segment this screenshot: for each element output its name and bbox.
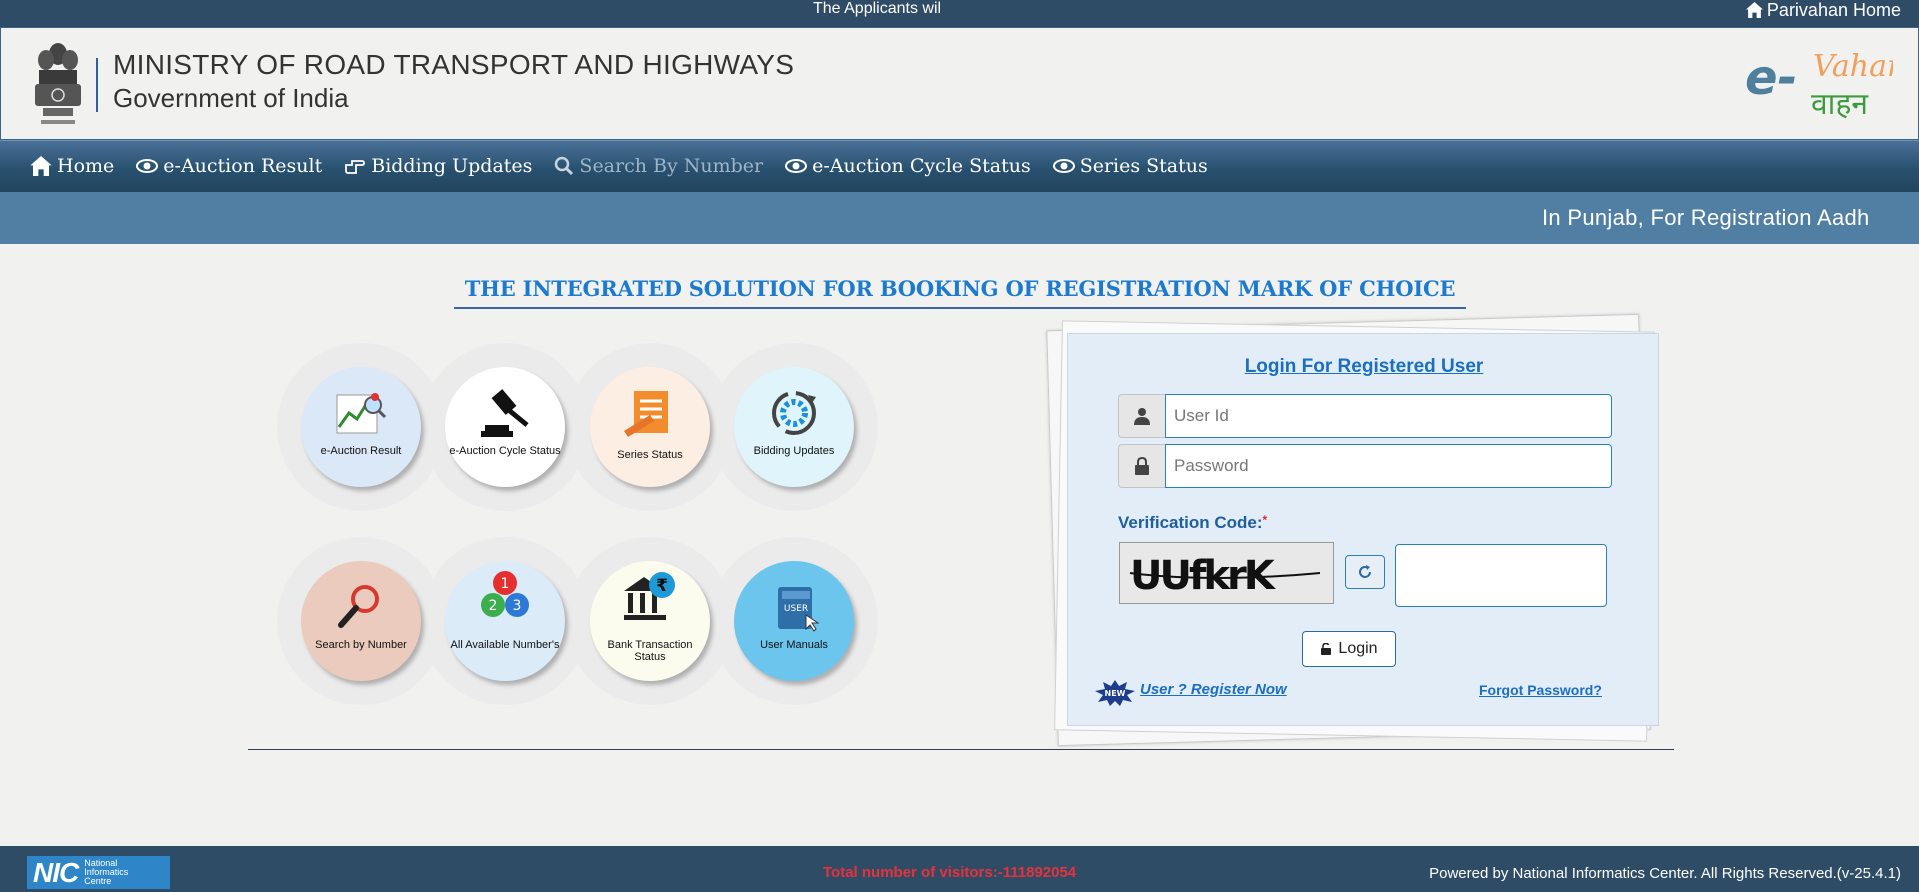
eye-icon [1052, 159, 1075, 173]
nav-home-label: Home [57, 155, 115, 177]
site-footer: NIC National Informatics Centre Total nu… [0, 846, 1919, 892]
captcha-input[interactable] [1395, 544, 1607, 607]
home-icon [30, 156, 52, 176]
tile-user-manuals[interactable]: USER User Manuals [734, 561, 854, 681]
news-ticker-text: In Punjab, For Registration Aadh [1542, 205, 1870, 230]
tile-bank-transaction-status[interactable]: ₹ Bank Transaction Status [590, 561, 710, 681]
svg-text:1: 1 [501, 576, 510, 592]
top-bar: The Applicants wil Parivahan Home [0, 0, 1919, 27]
parivahan-home-link[interactable]: Parivahan Home [1745, 0, 1901, 20]
bank-rupee-icon: ₹ [624, 572, 675, 620]
hand-point-icon [345, 160, 366, 174]
captcha-image: UUfkrK [1119, 542, 1334, 604]
nic-logo-subtext: National Informatics Centre [84, 859, 128, 886]
login-panel: Login For Registered User Verification C… [1067, 333, 1659, 726]
required-mark: * [1262, 513, 1268, 527]
tile-search-by-number-label: Search by Number [315, 639, 407, 651]
tile-all-available-numbers-label: All Available Number's [450, 639, 560, 651]
header-divider [96, 58, 98, 112]
site-header: MINISTRY OF ROAD TRANSPORT AND HIGHWAYS … [0, 27, 1919, 140]
ministry-title: MINISTRY OF ROAD TRANSPORT AND HIGHWAYS [113, 49, 795, 80]
search-icon [555, 156, 574, 176]
tile-e-auction-result-label: e-Auction Result [320, 445, 402, 457]
tile-all-available-numbers[interactable]: 1 2 3 All Available Number's [445, 561, 565, 681]
nav-bidding-updates[interactable]: Bidding Updates [344, 155, 532, 177]
powered-by-text: Powered by National Informatics Center. … [1429, 865, 1901, 882]
userid-input[interactable] [1165, 394, 1612, 438]
national-emblem-icon [35, 43, 81, 124]
tile-bidding-updates[interactable]: Bidding Updates [734, 367, 854, 487]
svg-text:3: 3 [513, 598, 522, 614]
nav-bidding-updates-label: Bidding Updates [371, 155, 533, 177]
eye-icon [136, 159, 159, 173]
magnifier-icon [338, 585, 379, 628]
captcha-refresh-button[interactable] [1345, 555, 1385, 589]
announcement-marquee: The Applicants wil [813, 0, 942, 17]
svg-text:NEW: NEW [1105, 689, 1126, 698]
visitor-counter: Total number of visitors:-111892054 [823, 864, 1077, 881]
password-input[interactable] [1165, 444, 1612, 488]
unlock-icon [1321, 643, 1332, 655]
parivahan-home-label: Parivahan Home [1766, 0, 1901, 20]
lock-icon [1118, 444, 1165, 488]
nav-e-auction-cycle-status[interactable]: e-Auction Cycle Status [785, 155, 1031, 177]
home-icon [1745, 2, 1763, 18]
refresh-icon [1359, 565, 1371, 578]
e-vahan-logo: e- Vahan वाहन [1745, 49, 1893, 122]
svg-text:वाहन: वाहन [1811, 87, 1869, 122]
user-manual-book-icon: USER [778, 587, 820, 632]
verification-code-text: Verification Code: [1118, 513, 1263, 532]
svg-text:₹: ₹ [656, 576, 668, 596]
user-icon [1118, 394, 1165, 438]
nic-subtext-line: Centre [84, 876, 112, 886]
svg-text:USER: USER [784, 604, 808, 614]
nav-search-by-number[interactable]: Search By Number [554, 155, 763, 177]
tile-series-status[interactable]: Series Status [590, 367, 710, 487]
nav-search-by-number-label: Search By Number [579, 155, 764, 177]
eye-icon [785, 159, 808, 173]
tile-bidding-updates-label: Bidding Updates [753, 445, 835, 457]
tile-user-manuals-label: User Manuals [760, 639, 828, 651]
auction-result-icon [336, 393, 387, 434]
numbered-balls-icon: 1 2 3 [481, 571, 529, 617]
password-group [1118, 444, 1612, 488]
svg-text:Vahan: Vahan [1813, 49, 1893, 84]
login-button[interactable]: Login [1302, 631, 1396, 667]
nav-series-status-label: Series Status [1079, 155, 1208, 177]
svg-text:e-: e- [1745, 50, 1797, 106]
series-document-icon [624, 391, 668, 437]
register-now-link[interactable]: User ? Register Now [1140, 681, 1287, 698]
nav-series-status[interactable]: Series Status [1052, 155, 1208, 177]
login-button-label: Login [1338, 640, 1378, 657]
main-navbar: Home e-Auction Result Bidding Updates Se… [0, 140, 1919, 192]
page-title: THE INTEGRATED SOLUTION FOR BOOKING OF R… [454, 276, 1466, 309]
content-divider [248, 749, 1674, 750]
nic-logo: NIC National Informatics Centre [27, 856, 170, 889]
tile-search-by-number[interactable]: Search by Number [301, 561, 421, 681]
nav-home[interactable]: Home [30, 155, 114, 177]
forgot-password-link[interactable]: Forgot Password? [1479, 682, 1602, 698]
verification-code-label: Verification Code:* [1118, 513, 1267, 533]
tile-bank-transaction-status-label: Bank Transaction Status [607, 639, 693, 663]
nav-e-auction-cycle-status-label: e-Auction Cycle Status [812, 155, 1031, 177]
refresh-cycle-icon [772, 391, 816, 435]
tile-e-auction-cycle-status-label: e-Auction Cycle Status [449, 445, 561, 457]
tile-series-status-label: Series Status [617, 449, 683, 461]
tile-e-auction-result[interactable]: e-Auction Result [301, 367, 421, 487]
login-title: Login For Registered User [1244, 356, 1484, 377]
tile-e-auction-cycle-status[interactable]: e-Auction Cycle Status [445, 367, 565, 487]
nic-logo-text: NIC [33, 856, 79, 888]
new-badge-icon: NEW [1095, 680, 1135, 706]
nav-e-auction-result[interactable]: e-Auction Result [136, 155, 322, 177]
userid-group [1118, 394, 1612, 438]
gavel-icon [481, 389, 529, 437]
svg-text:2: 2 [489, 598, 498, 614]
nav-e-auction-result-label: e-Auction Result [163, 155, 323, 177]
government-subtitle: Government of India [113, 83, 349, 113]
news-ticker-bar: In Punjab, For Registration Aadh [0, 192, 1919, 244]
